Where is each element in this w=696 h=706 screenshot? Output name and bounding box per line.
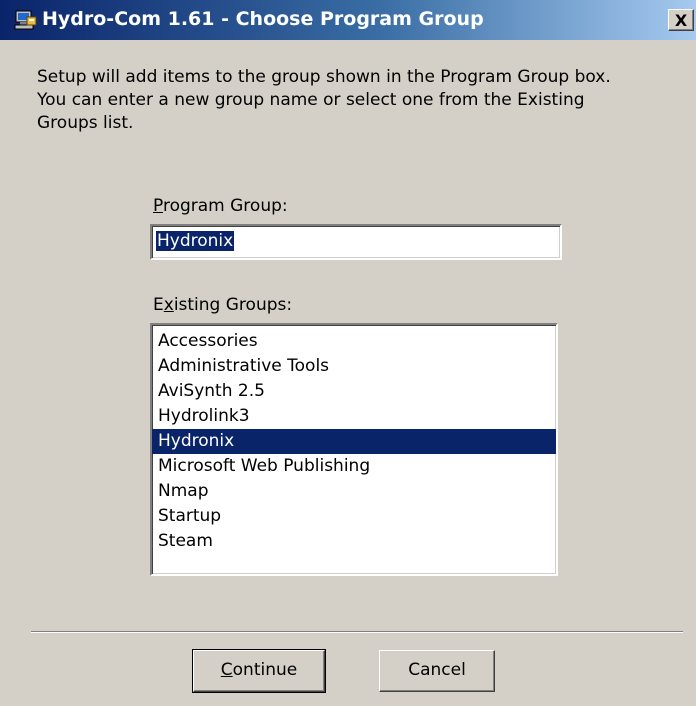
list-item[interactable]: Accessories — [152, 329, 556, 354]
instructions-line: Setup will add items to the group shown … — [37, 67, 611, 87]
continue-label: ontinue — [232, 660, 298, 680]
continue-button[interactable]: Continue — [192, 649, 326, 693]
list-item[interactable]: Administrative Tools — [152, 354, 556, 379]
separator — [31, 631, 683, 633]
continue-mnemonic: C — [220, 660, 233, 680]
existing-groups-label: Existing Groups: — [153, 295, 292, 315]
instructions-line: You can enter a new group name or select… — [37, 90, 585, 110]
list-item[interactable]: Hydrolink3 — [152, 404, 556, 429]
window-edge — [690, 40, 696, 706]
cancel-button[interactable]: Cancel — [379, 650, 495, 692]
setup-computer-icon — [13, 9, 37, 31]
list-item[interactable]: Steam — [152, 529, 556, 554]
existing-groups-label-text: isting Groups: — [173, 295, 293, 315]
program-group-label-text: rogram Group: — [162, 196, 288, 216]
program-group-label: Program Group: — [153, 196, 288, 216]
window-title: Hydro-Com 1.61 - Choose Program Group — [42, 8, 484, 30]
existing-groups-list[interactable]: Accessories Administrative Tools AviSynt… — [150, 323, 558, 576]
existing-groups-label-prefix: E — [153, 295, 164, 315]
program-group-input-value: Hydronix — [156, 231, 235, 251]
close-button[interactable]: X — [668, 9, 694, 31]
choose-program-group-dialog: Hydro-Com 1.61 - Choose Program Group X … — [0, 0, 696, 706]
title-bar[interactable]: Hydro-Com 1.61 - Choose Program Group X — [0, 0, 696, 40]
list-item[interactable]: AviSynth 2.5 — [152, 379, 556, 404]
program-group-label-mnemonic: P — [153, 196, 163, 216]
instructions-line: Groups list. — [37, 113, 134, 133]
existing-groups-label-mnemonic: x — [163, 295, 174, 315]
list-item-selected[interactable]: Hydronix — [152, 429, 556, 454]
instructions-text: Setup will add items to the group shown … — [37, 66, 657, 135]
list-item[interactable]: Nmap — [152, 479, 556, 504]
list-item[interactable]: Microsoft Web Publishing — [152, 454, 556, 479]
list-item[interactable]: Startup — [152, 504, 556, 529]
program-group-input[interactable]: Hydronix — [150, 224, 562, 260]
